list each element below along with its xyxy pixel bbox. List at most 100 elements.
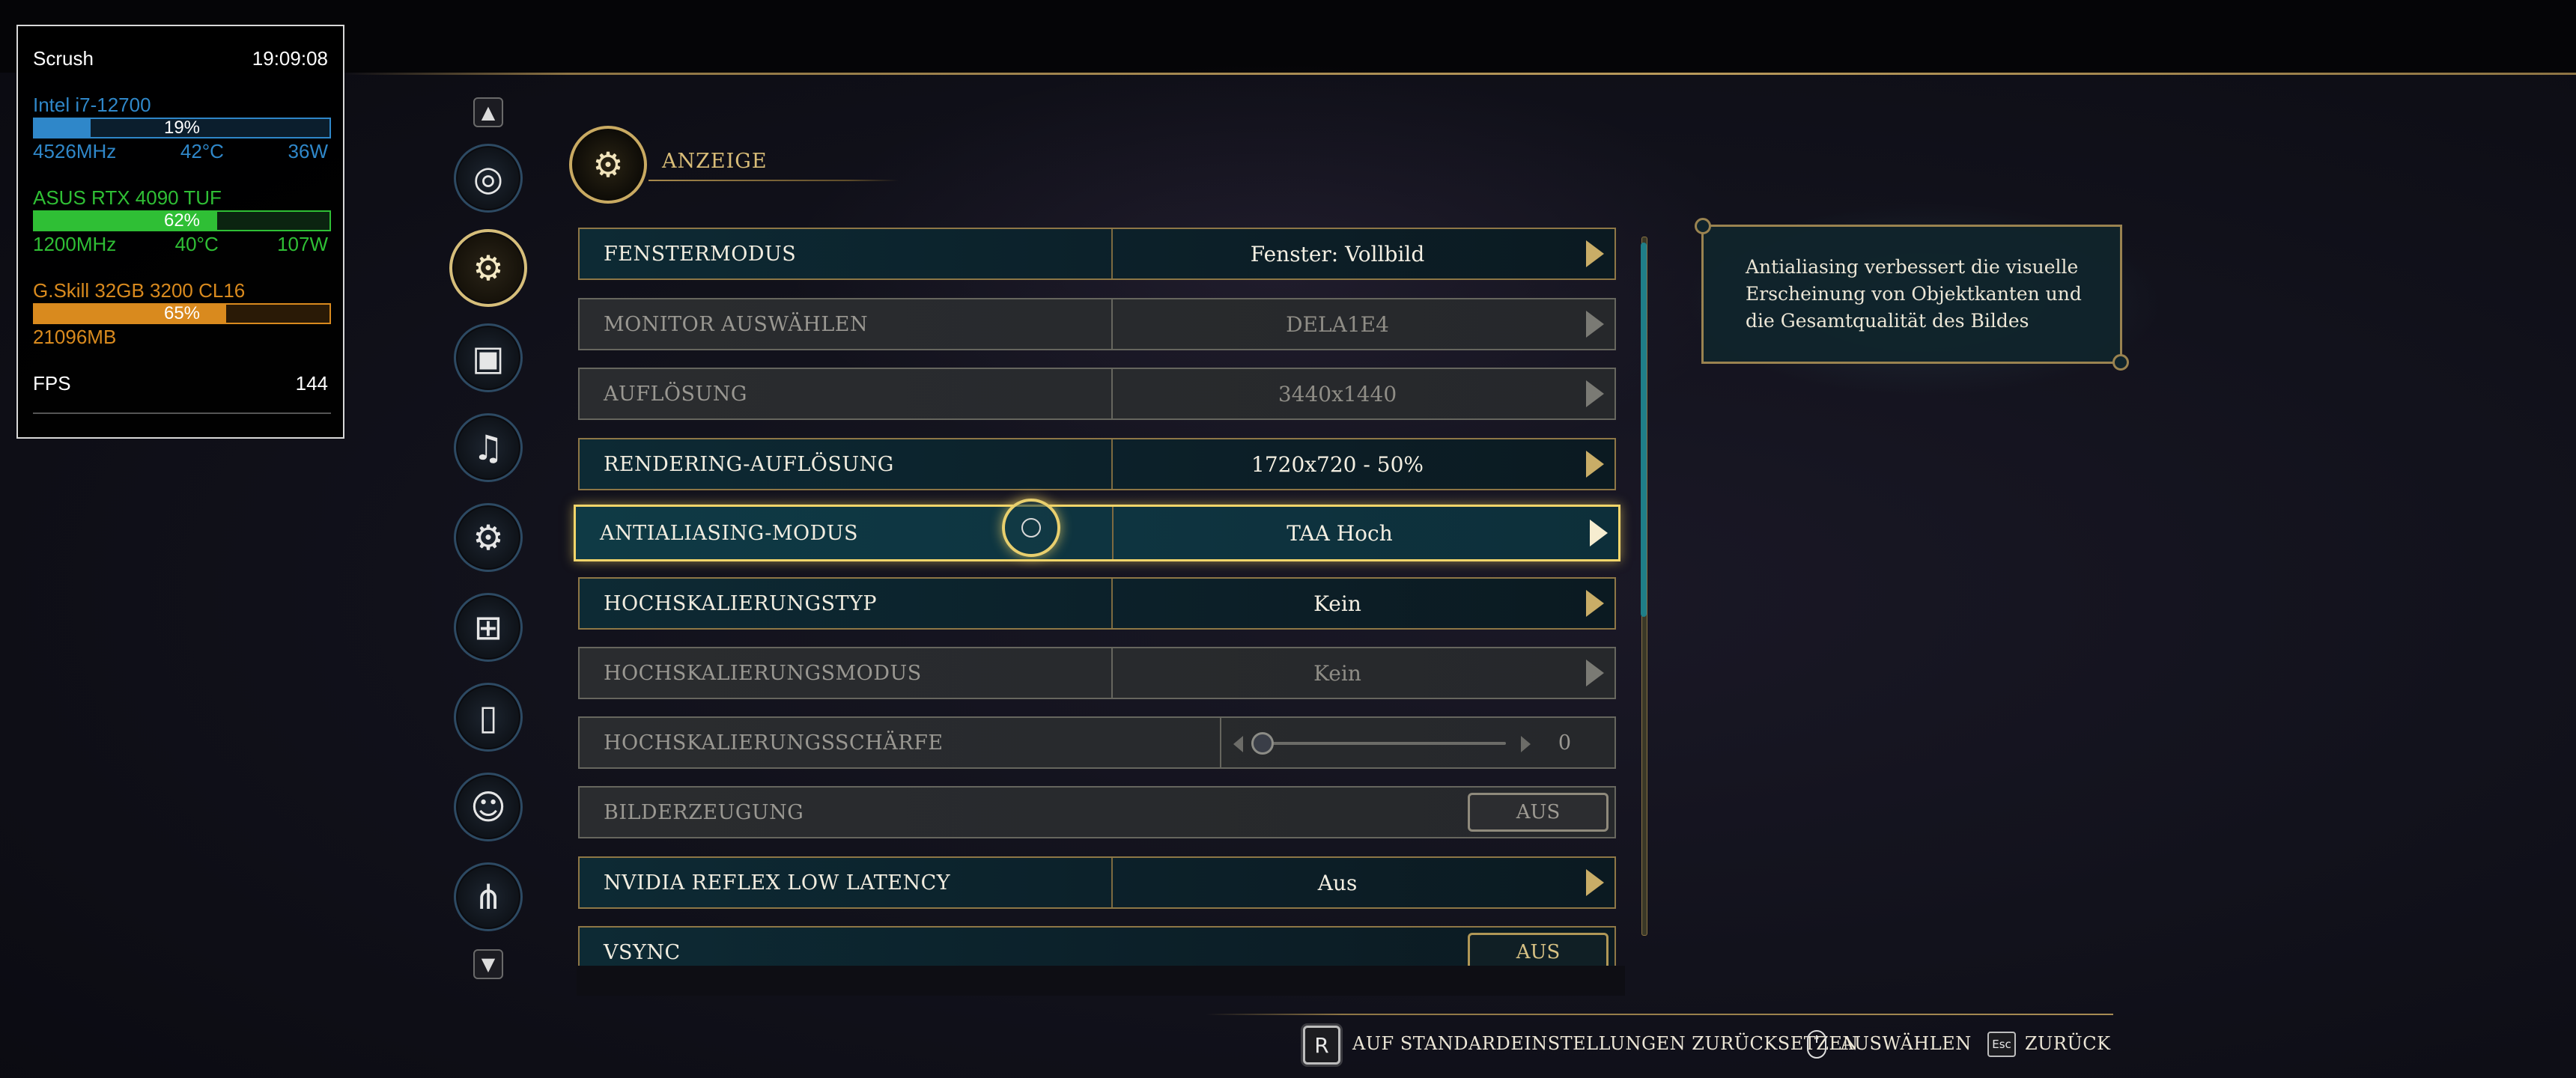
bilderzeugung-toggle[interactable]: AUS: [1468, 793, 1609, 832]
cpu-name-row: Intel i7-12700: [33, 94, 328, 117]
fps-row: FPS 144: [33, 372, 328, 395]
setting-rendering-aufloesung[interactable]: RENDERING-AUFLÖSUNG 1720x720 - 50%: [578, 438, 1616, 490]
ram-stats: 21096MB: [33, 326, 328, 349]
setting-label: ANTIALIASING-MODUS: [600, 521, 859, 545]
setting-vsync[interactable]: VSYNC AUS: [578, 926, 1616, 972]
setting-value: Kein: [1313, 660, 1361, 686]
gpu-name: ASUS RTX 4090 TUF: [33, 186, 222, 209]
reset-label[interactable]: AUF STANDARDEINSTELLUNGEN ZURÜCKSETZEN: [1352, 1033, 1859, 1054]
arrow-right-icon[interactable]: [1586, 451, 1604, 478]
nav-scroll-up-button[interactable]: ▲: [473, 97, 503, 127]
nav-controller-button[interactable]: ⊞: [454, 593, 523, 662]
gpu-name-row: ASUS RTX 4090 TUF: [33, 186, 328, 210]
arrow-left-icon[interactable]: [1233, 736, 1243, 752]
ram-name: G.Skill 32GB 3200 CL16: [33, 279, 246, 302]
setting-value: 1720x720 - 50%: [1251, 451, 1424, 477]
fps-label: FPS: [33, 372, 71, 395]
nav-mouse-button[interactable]: ▯: [454, 683, 523, 752]
corner-ornament: [1695, 218, 1711, 234]
nav-network-button[interactable]: ⋔: [454, 862, 523, 931]
setting-bilderzeugung[interactable]: BILDERZEUGUNG AUS: [578, 786, 1616, 838]
list-fade: [577, 966, 1625, 996]
setting-value: Kein: [1313, 591, 1361, 616]
reset-key-badge[interactable]: R: [1303, 1026, 1340, 1065]
mouse-icon: [1807, 1030, 1826, 1059]
cpu-name: Intel i7-12700: [33, 94, 151, 116]
arrow-right-icon[interactable]: [1586, 380, 1604, 407]
setting-hochskalierungsschaerfe[interactable]: HOCHSKALIERUNGSSCHÄRFE 0: [578, 716, 1616, 769]
arrow-right-icon[interactable]: [1586, 311, 1604, 338]
nav-audio-button[interactable]: ♫: [454, 413, 523, 482]
arrow-right-icon[interactable]: [1590, 520, 1608, 546]
setting-fenstermodus[interactable]: FENSTERMODUS Fenster: Vollbild: [578, 228, 1616, 280]
cpu-usage-bar: 19%: [33, 118, 331, 138]
setting-monitor[interactable]: MONITOR AUSWÄHLEN DELA1E4: [578, 298, 1616, 350]
mouse-icon: ▯: [479, 697, 498, 737]
gpu-usage-percent: 62%: [163, 210, 201, 231]
scrollbar-thumb[interactable]: [1641, 243, 1647, 617]
setting-value: Fenster: Vollbild: [1250, 241, 1425, 267]
back-label[interactable]: ZURÜCK: [2025, 1033, 2111, 1054]
slider-handle[interactable]: [1251, 732, 1274, 755]
setting-nvidia-reflex[interactable]: NVIDIA REFLEX LOW LATENCY Aus: [578, 856, 1616, 909]
corner-ornament: [2112, 354, 2129, 371]
cpu-usage-percent: 19%: [163, 118, 201, 138]
setting-label: HOCHSKALIERUNGSTYP: [604, 591, 878, 615]
fps-value: 144: [295, 372, 328, 395]
ram-usage-percent: 65%: [163, 303, 201, 323]
setting-value: DELA1E4: [1286, 311, 1389, 337]
description-panel: Antialiasing verbessert die visuelle Ers…: [1695, 218, 2129, 371]
description-text: Antialiasing verbessert die visuelle Ers…: [1746, 256, 2082, 332]
nav-disc-button[interactable]: ◎: [454, 144, 523, 213]
mouse-cursor: [1002, 499, 1060, 557]
speaker-icon: ♫: [473, 427, 504, 468]
gpu-stats: 1200MHz 40°C 107W: [33, 233, 328, 256]
gpu-usage-bar: 62%: [33, 210, 331, 231]
gpu-power: 107W: [277, 233, 328, 255]
setting-label: NVIDIA REFLEX LOW LATENCY: [604, 871, 951, 895]
sharpness-slider[interactable]: 0: [1220, 718, 1619, 767]
setting-value: Aus: [1317, 870, 1358, 895]
setting-label: FENSTERMODUS: [604, 242, 797, 266]
arrow-right-icon[interactable]: [1586, 240, 1604, 267]
setting-hochskalierungstyp[interactable]: HOCHSKALIERUNGSTYP Kein: [578, 577, 1616, 630]
nav-accessibility-button[interactable]: ☺: [454, 773, 523, 841]
footer-rule: [1206, 1014, 2113, 1015]
arrow-right-icon[interactable]: [1586, 660, 1604, 686]
slider-track[interactable]: [1266, 742, 1506, 745]
nav-graphics-button[interactable]: ▣: [454, 323, 523, 392]
arrow-right-icon[interactable]: [1586, 590, 1604, 617]
network-icon: ⋔: [473, 877, 503, 917]
cpu-stats: 4526MHz 42°C 36W: [33, 140, 328, 163]
setting-aufloesung[interactable]: AUFLÖSUNG 3440x1440: [578, 368, 1616, 420]
ram-name-row: G.Skill 32GB 3200 CL16: [33, 279, 328, 302]
nav-scroll-down-button[interactable]: ▼: [473, 949, 503, 979]
cpu-temp: 42°C: [180, 140, 224, 162]
setting-label: BILDERZEUGUNG: [604, 800, 804, 824]
section-title: ANZEIGE: [662, 150, 768, 173]
slider-value: 0: [1558, 731, 1571, 755]
gpu-temp: 40°C: [174, 233, 219, 255]
setting-label: RENDERING-AUFLÖSUNG: [604, 452, 894, 476]
setting-hochskalierungsmodus[interactable]: HOCHSKALIERUNGSMODUS Kein: [578, 647, 1616, 699]
section-emblem: ⚙: [569, 126, 647, 204]
section-rule: [648, 180, 899, 181]
disc-icon: ◎: [473, 158, 504, 198]
setting-label: AUFLÖSUNG: [604, 382, 747, 406]
arrow-right-icon[interactable]: [1586, 869, 1604, 896]
setting-antialiasing[interactable]: ANTIALIASING-MODUS TAA Hoch: [574, 505, 1620, 561]
gamepad-icon: ⊞: [473, 607, 503, 648]
fps-graph-line: [33, 412, 331, 414]
esc-key-badge[interactable]: Esc: [1987, 1032, 2016, 1057]
select-label[interactable]: AUSWÄHLEN: [1841, 1033, 1972, 1054]
setting-value: 3440x1440: [1278, 381, 1397, 406]
cursor-ring-icon: [1021, 518, 1041, 538]
accessibility-icon: ☺: [470, 787, 506, 827]
arrow-right-icon[interactable]: [1521, 736, 1531, 752]
image-icon: ▣: [472, 338, 505, 378]
gear-icon: ⚙: [473, 517, 504, 558]
performance-overlay: Scrush 19:09:08 Intel i7-12700 19% 4526M…: [16, 25, 344, 439]
ram-usage-bar: 65%: [33, 303, 331, 324]
nav-display-button[interactable]: ⚙: [449, 229, 527, 307]
nav-gameplay-button[interactable]: ⚙: [454, 503, 523, 572]
